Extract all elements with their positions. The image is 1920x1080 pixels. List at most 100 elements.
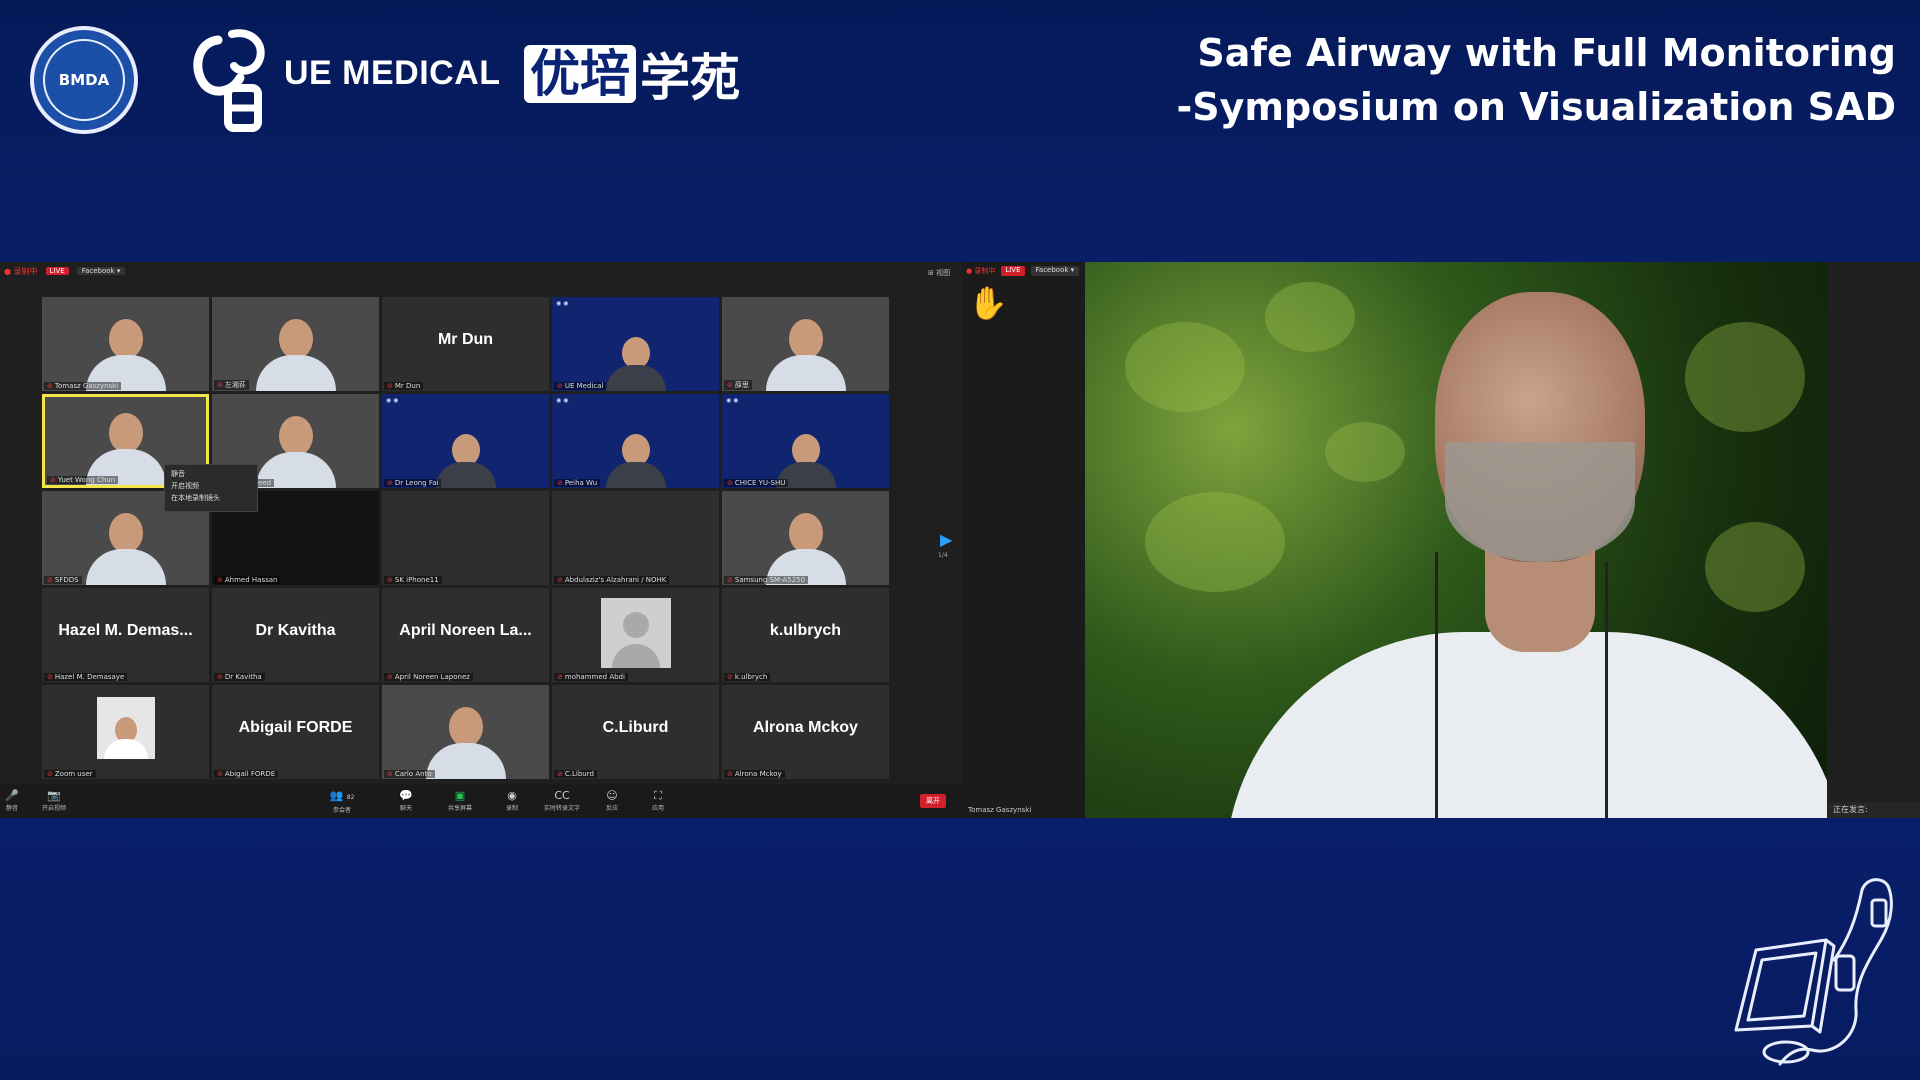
participant-tile[interactable]: ⊘ Samsung SM-A5250 bbox=[722, 491, 889, 585]
participant-tile[interactable]: ⊘ Abdulaziz's Alzahrani / NOHK bbox=[552, 491, 719, 585]
muted-mic-icon: ⊘ bbox=[557, 479, 563, 487]
participant-video-feed bbox=[85, 513, 166, 585]
participant-name-label: ⊘ Dr Leong Fai bbox=[384, 479, 442, 487]
side-strip: ● 录制中 LIVE Facebook ▾ ✋ Tomasz Gaszynski bbox=[962, 262, 1085, 818]
cn-brand-box: 优培 bbox=[524, 45, 636, 103]
record-button[interactable]: ◉ 录制 bbox=[492, 789, 532, 812]
participant-tile[interactable]: Hazel M. Demas... ⊘ Hazel M. Demasaye bbox=[42, 588, 209, 682]
share-screen-button[interactable]: ▣ 共享屏幕 bbox=[440, 789, 480, 812]
participant-tile[interactable]: k.ulbrych ⊘ k.ulbrych bbox=[722, 588, 889, 682]
reactions-button[interactable]: ☺ 反应 bbox=[592, 789, 632, 812]
participant-display-name: Mr Dun bbox=[437, 331, 494, 348]
mute-button[interactable]: 🎤 静音 bbox=[0, 789, 32, 812]
meeting-top-bar: ● 录制中 LIVE Facebook ▾ bbox=[0, 262, 960, 280]
muted-mic-icon: ⊘ bbox=[727, 381, 733, 389]
participant-tile[interactable]: ⊘ mohammed Abdi bbox=[552, 588, 719, 682]
participant-name-label: ⊘ UE Medical bbox=[554, 382, 607, 390]
participant-name-label: ⊘ Tomasz Gaszynski bbox=[44, 382, 122, 390]
cc-icon: CC bbox=[554, 789, 570, 802]
speaker-shirt bbox=[1225, 632, 1827, 818]
participant-tile[interactable]: ◉ ◉ ⊘ Dr Leong Fai bbox=[382, 394, 549, 488]
speaker-name-label: Tomasz Gaszynski bbox=[968, 806, 1032, 814]
participant-name-label: ⊘ Dr Kavitha bbox=[214, 673, 265, 681]
context-menu-item[interactable]: 静音 bbox=[171, 468, 251, 480]
camera-off-icon: 📷 bbox=[47, 789, 61, 802]
muted-mic-icon: ⊘ bbox=[557, 673, 563, 681]
active-speaker-video[interactable] bbox=[1085, 262, 1827, 818]
live-badge[interactable]: LIVE bbox=[45, 267, 69, 275]
participant-tile[interactable]: ⊘ 薛思 bbox=[722, 297, 889, 391]
participant-video-feed bbox=[255, 416, 336, 488]
participant-video-feed bbox=[255, 319, 336, 391]
participant-tile[interactable]: ⊘ 左湘荪 bbox=[212, 297, 379, 391]
participant-tile[interactable]: ⊘ SK iPhone11 bbox=[382, 491, 549, 585]
chat-button[interactable]: 💬 聊天 bbox=[386, 789, 426, 812]
participant-name-label: ⊘ Samsung SM-A5250 bbox=[724, 576, 809, 584]
shared-slide-thumbnail: ◉ ◉ bbox=[726, 397, 739, 404]
participant-tile[interactable]: C.Liburd ⊘ C.Liburd bbox=[552, 685, 719, 779]
participant-tile[interactable]: Alrona Mckoy ⊘ Alrona Mckoy bbox=[722, 685, 889, 779]
apps-button[interactable]: ⛶ 应用 bbox=[638, 789, 678, 812]
chat-icon: 💬 bbox=[399, 789, 413, 802]
participant-name-label: ⊘ Abdulaziz's Alzahrani / NOHK bbox=[554, 576, 670, 584]
strip-platform-dropdown[interactable]: Facebook ▾ bbox=[1030, 266, 1080, 276]
participant-display-name: April Noreen La... bbox=[399, 622, 532, 639]
participant-tile[interactable]: April Noreen La... ⊘ April Noreen Laponez bbox=[382, 588, 549, 682]
raised-hand-icon: ✋ bbox=[968, 284, 1008, 322]
participant-name-label: ⊘ C.Liburd bbox=[554, 770, 597, 778]
context-menu-item[interactable]: 在本地录制镜头 bbox=[171, 492, 251, 504]
participant-display-name: Hazel M. Demas... bbox=[58, 622, 193, 639]
muted-mic-icon: ⊘ bbox=[50, 476, 56, 484]
participant-name-label: ⊘ Abigail FORDE bbox=[214, 770, 279, 778]
participant-tile[interactable]: Abigail FORDE ⊘ Abigail FORDE bbox=[212, 685, 379, 779]
participant-name-label: ⊘ Hazel M. Demasaye bbox=[44, 673, 128, 681]
participant-name-label: ⊘ Ahmed Hassan bbox=[214, 576, 281, 584]
video-button[interactable]: 📷 开启视频 bbox=[34, 789, 74, 812]
live-platform-dropdown[interactable]: Facebook ▾ bbox=[76, 267, 126, 275]
profile-picture bbox=[96, 697, 155, 759]
participants-button[interactable]: 👥 82 参会者 bbox=[322, 789, 362, 814]
participant-name-label: ⊘ Alrona Mckoy bbox=[724, 770, 785, 778]
participant-tile[interactable]: ◉ ◉ ⊘ CHICE YU-SHU bbox=[722, 394, 889, 488]
participant-name-label: ⊘ Peiha Wu bbox=[554, 479, 601, 487]
participant-video-feed bbox=[765, 319, 846, 391]
muted-mic-icon: ⊘ bbox=[217, 770, 223, 778]
participant-tile[interactable]: ⊘ Tomasz Gaszynski bbox=[42, 297, 209, 391]
muted-mic-icon: ⊘ bbox=[557, 770, 563, 778]
participant-video-feed bbox=[425, 707, 506, 779]
participant-tile[interactable]: ◉ ◉ ⊘ UE Medical bbox=[552, 297, 719, 391]
participant-video-feed bbox=[435, 434, 496, 488]
participant-name-label: ⊘ 薛思 bbox=[724, 380, 752, 390]
participant-tile[interactable]: Dr Kavitha ⊘ Dr Kavitha bbox=[212, 588, 379, 682]
muted-mic-icon: ⊘ bbox=[387, 479, 393, 487]
microphone-icon: 🎤 bbox=[5, 789, 19, 802]
strip-top-bar: ● 录制中 LIVE Facebook ▾ bbox=[966, 266, 1080, 276]
event-title-line1: Safe Airway with Full Monitoring bbox=[1197, 31, 1896, 75]
participant-tile[interactable]: ◉ ◉ ⊘ Peiha Wu bbox=[552, 394, 719, 488]
grid-view-button[interactable]: ⊞ 视图 bbox=[928, 268, 950, 278]
participant-tile[interactable]: Mr Dun ⊘ Mr Dun bbox=[382, 297, 549, 391]
reaction-icon: ☺ bbox=[606, 789, 618, 802]
captions-button[interactable]: CC 实时转录文字 bbox=[542, 789, 582, 812]
participant-video-feed bbox=[605, 337, 666, 391]
participant-video-feed bbox=[85, 319, 166, 391]
participant-tile[interactable]: ⊘ Zoom user bbox=[42, 685, 209, 779]
strip-live-badge[interactable]: LIVE bbox=[1001, 266, 1025, 276]
next-page-arrow-icon[interactable]: ▶ bbox=[940, 530, 952, 549]
ue-mark-icon bbox=[193, 29, 265, 132]
leave-meeting-button[interactable]: 离开 bbox=[920, 794, 946, 808]
participant-tile[interactable]: ⊘ Carlo Anto bbox=[382, 685, 549, 779]
participant-name-label: ⊘ Yuet Wong Chun bbox=[47, 476, 119, 484]
participant-context-menu[interactable]: 静音 开启视频 在本地录制镜头 bbox=[164, 464, 258, 512]
context-menu-item[interactable]: 开启视频 bbox=[171, 480, 251, 492]
speaking-label: 正在发言: bbox=[1827, 802, 1920, 818]
record-icon: ◉ bbox=[507, 789, 517, 802]
participant-display-name: k.ulbrych bbox=[769, 622, 842, 639]
participant-name-label: ⊘ April Noreen Laponez bbox=[384, 673, 473, 681]
muted-mic-icon: ⊘ bbox=[387, 576, 393, 584]
participant-name-label: ⊘ CHICE YU-SHU bbox=[724, 479, 789, 487]
recording-indicator[interactable]: ● 录制中 bbox=[4, 266, 38, 277]
participant-name-label: ⊘ SFDDS bbox=[44, 576, 82, 584]
video-laryngoscope-device-icon bbox=[1734, 878, 1893, 1066]
strip-recording-indicator[interactable]: ● 录制中 bbox=[966, 266, 995, 276]
